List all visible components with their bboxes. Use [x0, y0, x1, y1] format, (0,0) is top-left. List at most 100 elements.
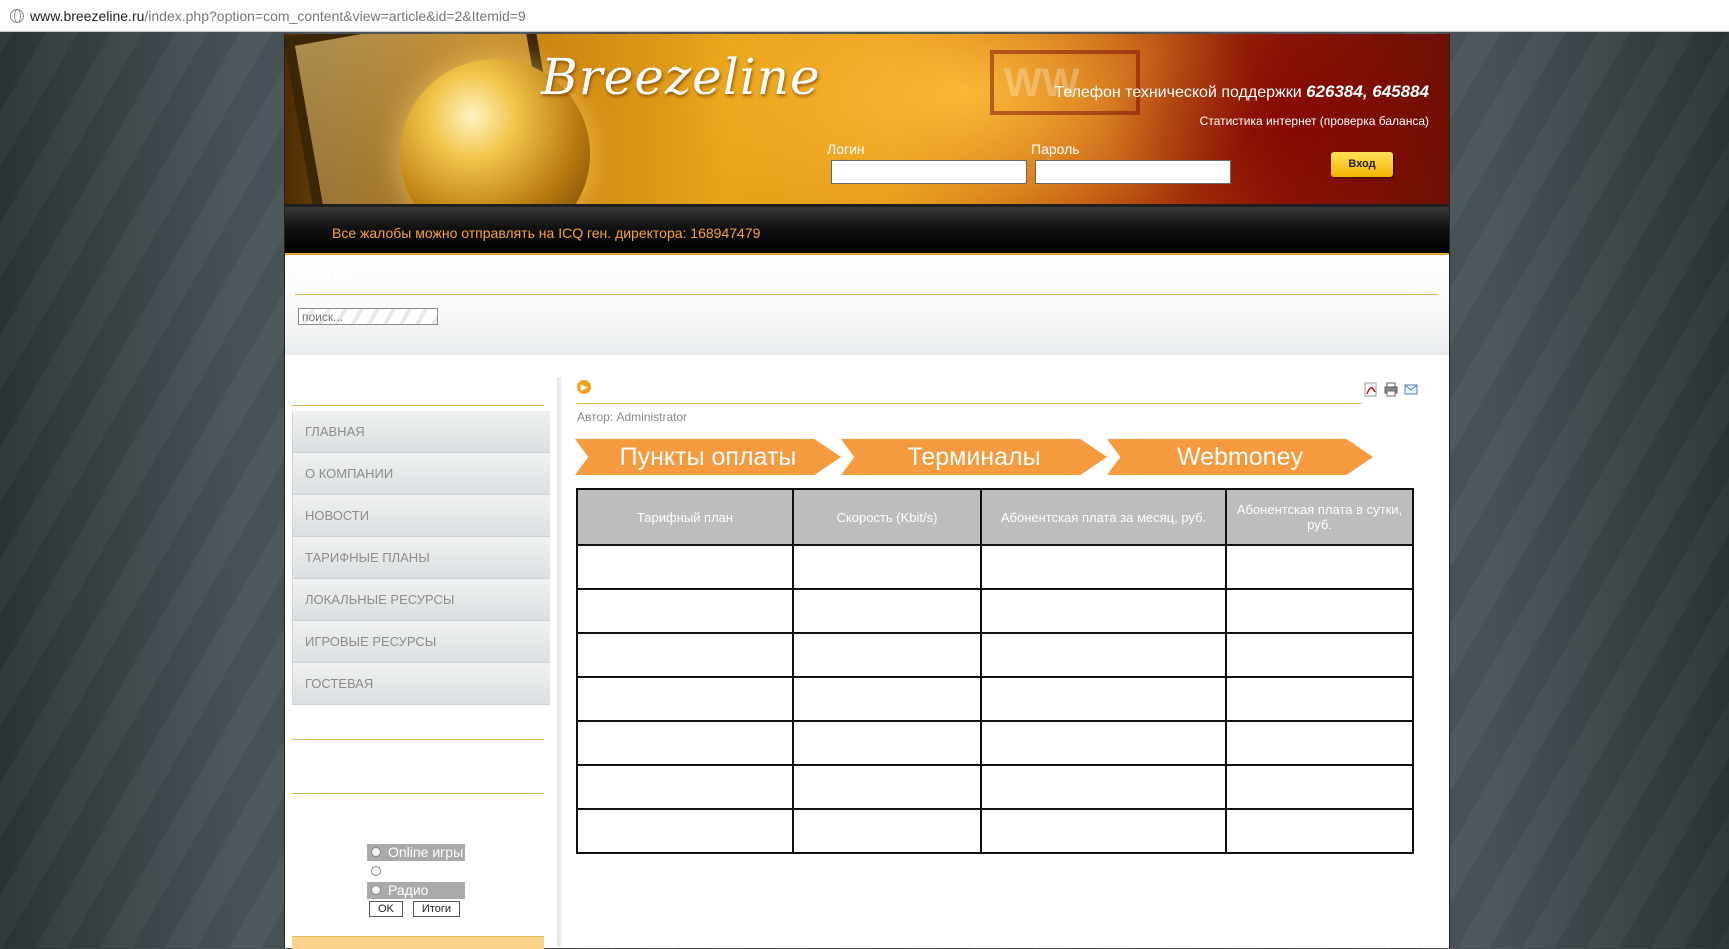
page-container: WW Breezeline Телефон технической поддер… — [284, 34, 1450, 949]
email-icon[interactable] — [1404, 382, 1418, 397]
search-divider — [295, 294, 1438, 295]
site-header: WW Breezeline Телефон технической поддер… — [285, 34, 1449, 207]
table-cell — [980, 676, 1227, 722]
notice-text: Все жалобы можно отправлять на ICQ ген. … — [332, 225, 761, 241]
table-row — [576, 588, 1414, 634]
radio-button[interactable] — [371, 885, 381, 895]
table-cell — [792, 544, 982, 590]
table-cell — [792, 588, 982, 634]
menu-item-local-resources[interactable]: ЛОКАЛЬНЫЕ РЕСУРСЫ — [292, 579, 550, 621]
table-cell — [1225, 588, 1414, 634]
poll-results-button[interactable]: Итоги — [412, 901, 461, 917]
tab-payment-points[interactable]: Пункты оплаты — [575, 439, 841, 475]
url-text[interactable]: www.breezeline.ru/index.php?option=com_c… — [30, 8, 526, 24]
table-cell — [576, 676, 794, 722]
table-cell — [1225, 632, 1414, 678]
menu-item-guestbook[interactable]: ГОСТЕВАЯ — [292, 663, 550, 705]
url-path: /index.php?option=com_content&view=artic… — [144, 7, 526, 24]
poll-widget: Online игры Радио OK Итоги — [367, 844, 465, 917]
table-row — [576, 676, 1414, 722]
support-label: Телефон технической поддержки — [1054, 84, 1302, 101]
table-row — [576, 764, 1414, 810]
table-cell — [792, 632, 982, 678]
table-cell — [792, 676, 982, 722]
table-cell — [792, 808, 982, 854]
notice-bar: Все жалобы можно отправлять на ICQ ген. … — [285, 207, 1449, 255]
radio-button[interactable] — [371, 866, 381, 876]
table-header-row: Тарифный план Скорость (Kbit/s) Абонентс… — [576, 488, 1414, 546]
poll-ok-button[interactable]: OK — [369, 901, 403, 917]
menu-item-home[interactable]: ГЛАВНАЯ — [292, 411, 550, 453]
menu-item-about[interactable]: О КОМПАНИИ — [292, 453, 550, 495]
pdf-icon[interactable] — [1364, 382, 1378, 397]
table-cell — [1225, 544, 1414, 590]
menu-item-news[interactable]: НОВОСТИ — [292, 495, 550, 537]
arrow-circle-icon: ▶ — [577, 380, 591, 394]
poll-option[interactable]: Радио — [367, 882, 465, 899]
column-header: Скорость (Kbit/s) — [792, 488, 982, 546]
login-button[interactable]: Вход — [1331, 152, 1393, 177]
menu-item-game-resources[interactable]: ИГРОВЫЕ РЕСУРСЫ — [292, 621, 550, 663]
table-cell — [576, 632, 794, 678]
column-header: Тарифный план — [576, 488, 794, 546]
table-cell — [1225, 676, 1414, 722]
login-label: Логин — [827, 141, 865, 157]
address-bar[interactable]: www.breezeline.ru/index.php?option=com_c… — [0, 0, 1729, 32]
table-cell — [980, 632, 1227, 678]
table-cell — [980, 544, 1227, 590]
table-cell — [1225, 808, 1414, 854]
left-divider-low — [292, 793, 544, 794]
payment-tabs: Пункты оплаты Терминалы Webmoney — [575, 439, 1375, 475]
poll-option[interactable]: Online игры — [367, 844, 465, 861]
site-logo[interactable]: Breezeline — [541, 48, 821, 106]
poll-option-label: Online игры — [388, 844, 464, 860]
table-row — [576, 808, 1414, 854]
table-cell — [792, 764, 982, 810]
table-cell — [980, 720, 1227, 766]
url-host: www.breezeline.ru — [30, 7, 145, 24]
column-divider — [557, 377, 562, 947]
globe-icon — [10, 8, 24, 23]
support-phones: 626384, 645884 — [1306, 82, 1429, 101]
table-cell — [576, 544, 794, 590]
table-row — [576, 544, 1414, 590]
table-cell — [576, 588, 794, 634]
table-body — [576, 544, 1414, 854]
poll-buttons: OK Итоги — [369, 901, 465, 917]
table-cell — [980, 588, 1227, 634]
tab-terminals[interactable]: Терминалы — [841, 439, 1107, 475]
stats-link[interactable]: Статистика интернет (проверка баланса) — [1200, 114, 1429, 128]
search-title: поиск — [295, 263, 353, 285]
table-cell — [980, 808, 1227, 854]
table-cell — [576, 764, 794, 810]
login-input[interactable] — [831, 160, 1027, 184]
table-cell — [980, 764, 1227, 810]
table-cell — [1225, 764, 1414, 810]
article-title-line — [577, 403, 1362, 404]
left-divider-mid — [292, 739, 544, 740]
search-band: поиск — [285, 255, 1449, 355]
tab-webmoney[interactable]: Webmoney — [1107, 439, 1373, 475]
article-author: Автор: Administrator — [577, 410, 688, 424]
radio-button[interactable] — [371, 847, 381, 857]
column-header: Абонентская плата в сутки, руб. — [1225, 488, 1414, 546]
column-header: Абонентская плата за месяц, руб. — [980, 488, 1227, 546]
table-cell — [576, 720, 794, 766]
poll-option[interactable] — [367, 863, 465, 880]
main-menu: ГЛАВНАЯ О КОМПАНИИ НОВОСТИ ТАРИФНЫЕ ПЛАН… — [292, 411, 550, 705]
menu-item-tariffs[interactable]: ТАРИФНЫЕ ПЛАНЫ — [292, 537, 550, 579]
password-input[interactable] — [1035, 160, 1231, 184]
table-row — [576, 720, 1414, 766]
table-cell — [792, 720, 982, 766]
support-phone: Телефон технической поддержки 626384, 64… — [1054, 82, 1429, 102]
table-cell — [1225, 720, 1414, 766]
table-cell — [576, 808, 794, 854]
print-icon[interactable] — [1384, 382, 1398, 397]
search-input[interactable] — [298, 308, 438, 325]
poll-option-label: Радио — [388, 882, 429, 898]
password-label: Пароль — [1031, 141, 1080, 157]
left-bottom-box — [292, 936, 544, 949]
tariff-table: Тарифный план Скорость (Kbit/s) Абонентс… — [576, 488, 1414, 854]
table-row — [576, 632, 1414, 678]
left-divider-top — [292, 405, 544, 406]
